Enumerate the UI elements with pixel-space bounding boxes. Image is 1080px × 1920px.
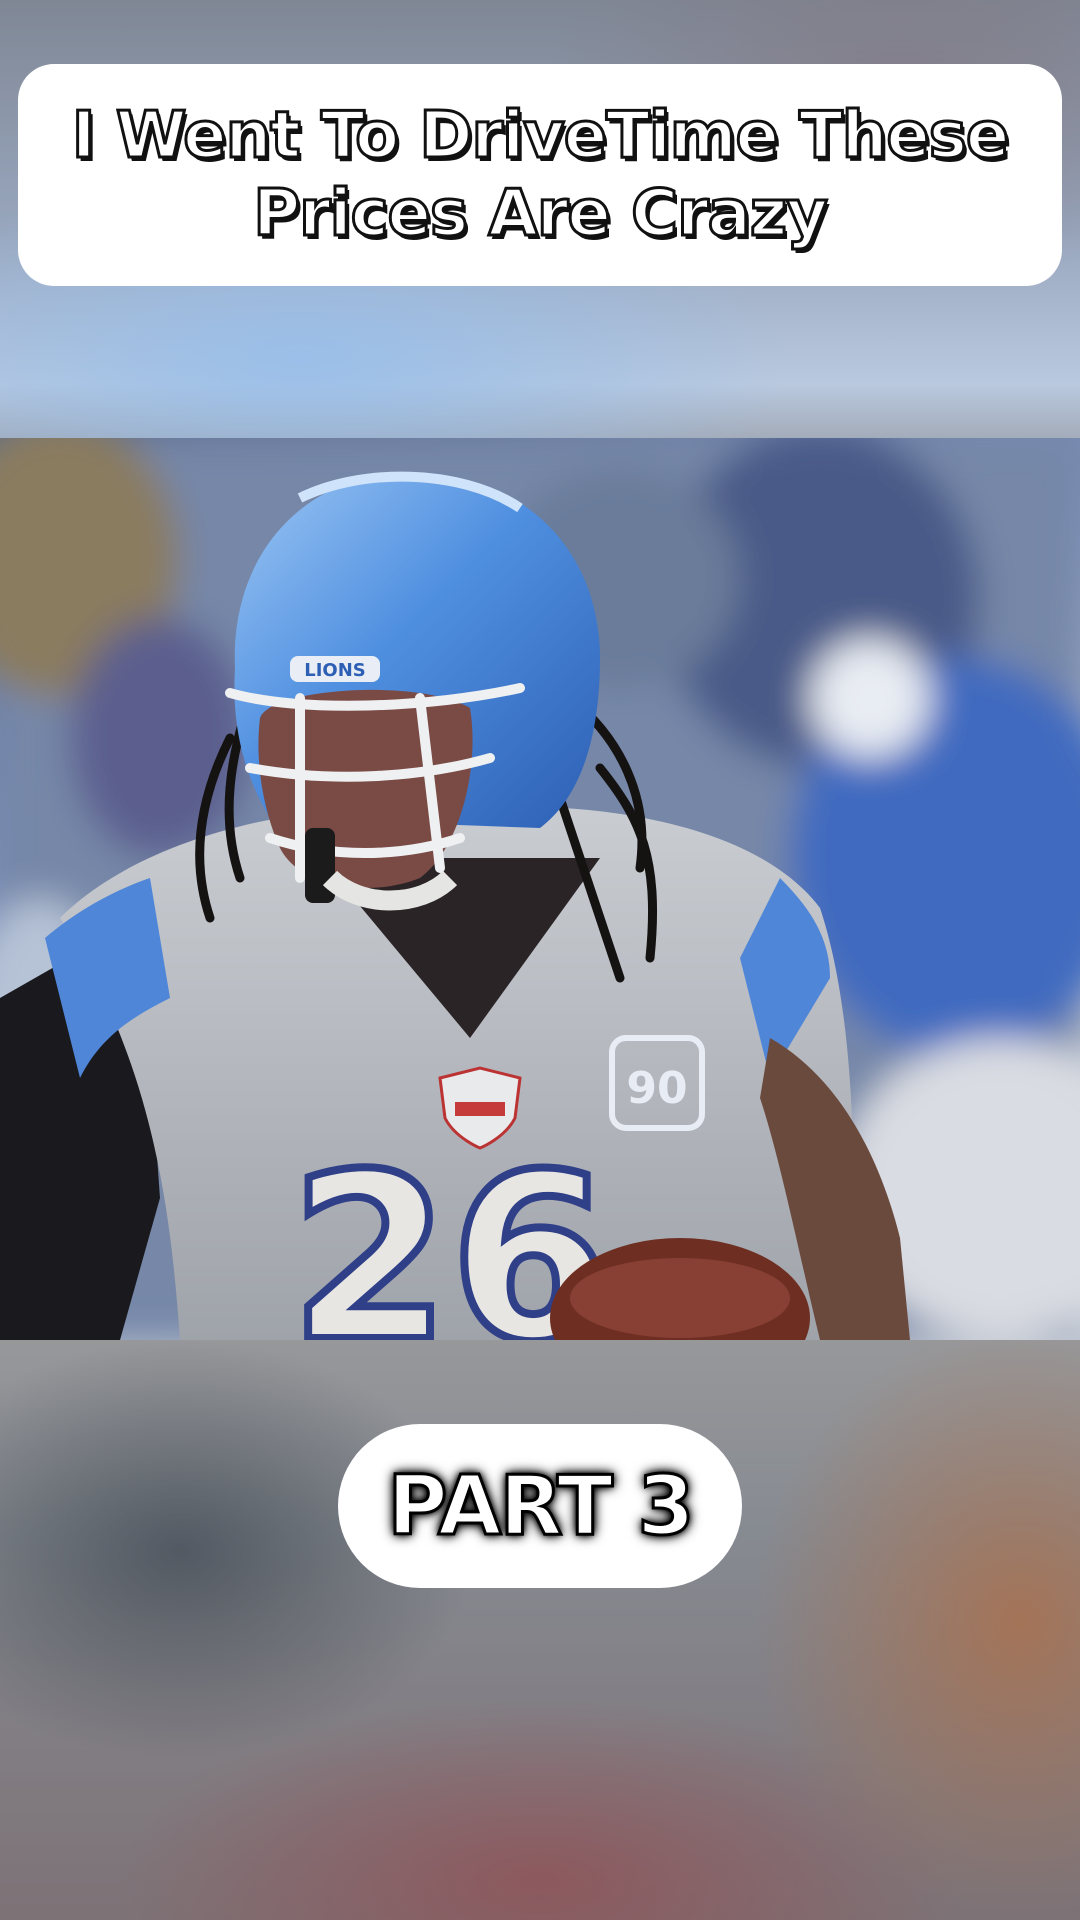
title-card: I Went To DriveTime These Prices Are Cra…	[18, 64, 1062, 286]
player-illustration: 90 26 LIONS	[0, 438, 1080, 1340]
video-title: I Went To DriveTime These Prices Are Cra…	[70, 98, 1011, 253]
player-photo: 90 26 LIONS	[0, 438, 1080, 1340]
part-badge: PART 3	[338, 1424, 742, 1588]
helmet-logo-text: LIONS	[304, 660, 366, 681]
svg-text:90: 90	[626, 1063, 687, 1114]
video-frame: I Went To DriveTime These Prices Are Cra…	[0, 0, 1080, 1920]
part-label: PART 3	[386, 1457, 696, 1555]
